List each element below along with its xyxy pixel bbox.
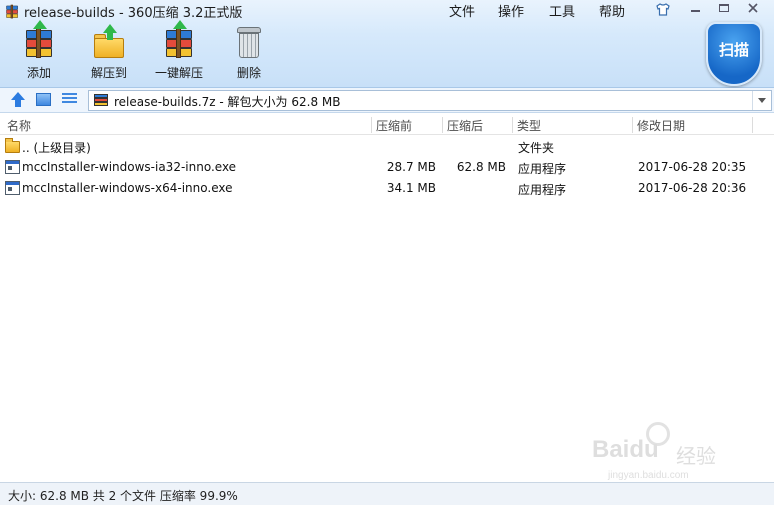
- app-logo-icon: [4, 3, 20, 19]
- file-list: .. (上级目录) 文件夹 mccInstaller-windows-ia32-…: [0, 136, 774, 199]
- trash-icon: [231, 24, 267, 60]
- scan-label: 扫描: [718, 40, 749, 59]
- watermark-brand-cn: 经验: [676, 444, 716, 468]
- large-icon-view-icon[interactable]: [36, 93, 51, 106]
- maximize-button[interactable]: [712, 0, 736, 16]
- watermark-brand: Baidu: [592, 436, 659, 463]
- path-text: release-builds.7z - 解包大小为 62.8 MB: [114, 95, 341, 109]
- column-header-name[interactable]: 名称: [3, 117, 31, 133]
- close-button[interactable]: [741, 0, 765, 16]
- add-button[interactable]: 添加: [4, 20, 74, 81]
- file-row-parent-dir[interactable]: .. (上级目录) 文件夹: [0, 136, 774, 157]
- add-books-icon: [21, 20, 57, 60]
- exe-icon: [5, 160, 20, 174]
- extract-to-button[interactable]: 解压到: [74, 24, 144, 81]
- one-click-extract-label: 一键解压: [154, 66, 203, 80]
- list-view-icon[interactable]: [62, 93, 77, 106]
- column-header-size[interactable]: 压缩后: [443, 117, 483, 133]
- status-bar: 大小: 62.8 MB 共 2 个文件 压缩率 99.9%: [0, 482, 774, 505]
- file-row[interactable]: mccInstaller-windows-x64-inno.exe 34.1 M…: [0, 178, 774, 199]
- file-modified: 2017-06-28 20:36: [638, 181, 747, 195]
- file-packed-size: 34.1 MB: [386, 181, 436, 195]
- delete-button[interactable]: 删除: [214, 24, 284, 81]
- file-type: 文件夹: [518, 141, 555, 155]
- column-header-row: 名称 压缩前 压缩后 类型 修改日期: [0, 115, 774, 135]
- exe-icon: [5, 181, 20, 195]
- column-divider[interactable]: [752, 117, 753, 133]
- delete-label: 删除: [236, 66, 261, 80]
- column-header-modified[interactable]: 修改日期: [633, 117, 685, 133]
- up-arrow-icon[interactable]: [10, 92, 26, 108]
- one-click-extract-icon: [161, 20, 197, 60]
- file-type: 应用程序: [518, 183, 567, 197]
- address-bar: release-builds.7z - 解包大小为 62.8 MB: [0, 88, 774, 113]
- menu-tools[interactable]: 工具: [549, 1, 575, 20]
- one-click-extract-button[interactable]: 一键解压: [144, 20, 214, 81]
- file-name: .. (上级目录): [22, 141, 91, 155]
- chevron-down-icon[interactable]: [752, 91, 771, 110]
- minimize-button[interactable]: [683, 0, 707, 16]
- column-header-packed[interactable]: 压缩前: [372, 117, 412, 133]
- extract-to-label: 解压到: [90, 66, 127, 80]
- column-header-type[interactable]: 类型: [513, 117, 541, 133]
- status-text: 大小: 62.8 MB 共 2 个文件 压缩率 99.9%: [8, 489, 238, 503]
- file-modified: 2017-06-28 20:35: [638, 160, 747, 174]
- title-toolbar-area: release-builds - 360压缩 3.2正式版 文件 操作 工具 帮…: [0, 0, 774, 88]
- menu-file[interactable]: 文件: [449, 1, 475, 20]
- file-packed-size: 28.7 MB: [386, 160, 436, 174]
- archive-icon: [94, 94, 108, 107]
- add-label: 添加: [26, 66, 51, 80]
- file-row[interactable]: mccInstaller-windows-ia32-inno.exe 28.7 …: [0, 157, 774, 178]
- file-size: 62.8 MB: [456, 160, 506, 174]
- extract-folder-icon: [91, 24, 127, 60]
- file-name: mccInstaller-windows-ia32-inno.exe: [22, 160, 237, 174]
- path-combobox[interactable]: release-builds.7z - 解包大小为 62.8 MB: [88, 90, 772, 111]
- baidu-watermark: Baidu 经验 jingyan.baidu.com: [590, 418, 730, 488]
- file-name: mccInstaller-windows-x64-inno.exe: [22, 181, 233, 195]
- folder-icon: [5, 138, 20, 153]
- watermark-url: jingyan.baidu.com: [608, 470, 689, 481]
- scan-shield-button[interactable]: 扫描: [706, 22, 762, 86]
- skin-shirt-icon[interactable]: [651, 1, 675, 17]
- menu-help[interactable]: 帮助: [599, 1, 625, 20]
- menu-operation[interactable]: 操作: [498, 1, 524, 20]
- file-type: 应用程序: [518, 162, 567, 176]
- window-title: release-builds - 360压缩 3.2正式版: [24, 6, 243, 21]
